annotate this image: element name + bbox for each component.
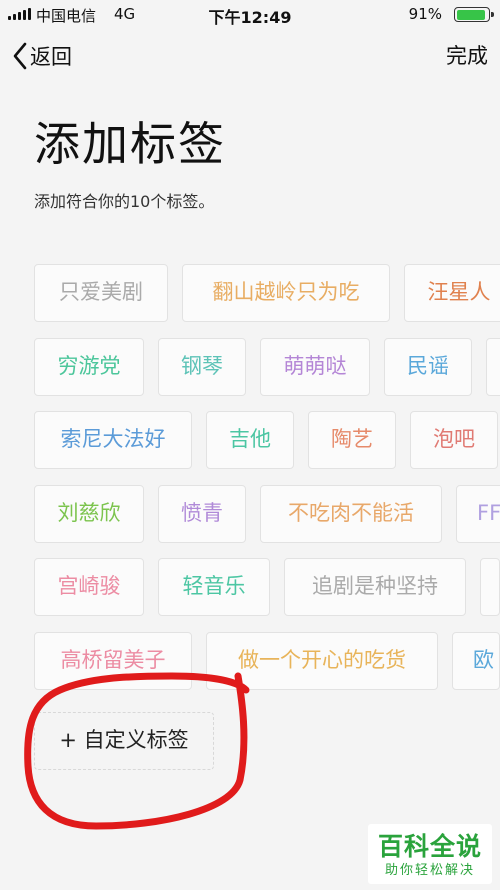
back-button[interactable]: 返回 — [12, 40, 72, 72]
tag-chip[interactable] — [480, 558, 500, 616]
tag-chip[interactable]: 陶艺 — [308, 411, 396, 469]
tag-chip[interactable]: 轻音乐 — [158, 558, 270, 616]
tag-chip[interactable]: FF — [456, 485, 500, 543]
add-custom-tag-button[interactable]: + 自定义标签 — [34, 712, 214, 770]
page-title: 添加标签 — [34, 117, 226, 171]
tag-chip[interactable]: 吉他 — [206, 411, 294, 469]
done-button[interactable]: 完成 — [446, 40, 488, 72]
tag-chip[interactable]: 泡吧 — [410, 411, 498, 469]
tag-chip[interactable]: 不吃肉不能活 — [260, 485, 442, 543]
watermark-slogan: 助你轻松解决 — [384, 863, 475, 878]
tag-chip[interactable]: 萌萌哒 — [260, 338, 370, 396]
tag-chip[interactable]: 欧 — [452, 632, 500, 690]
tag-chip[interactable]: 汪星人 — [404, 264, 500, 322]
tag-chip[interactable]: 只爱美剧 — [34, 264, 168, 322]
back-label: 返回 — [30, 45, 72, 69]
tag-chip[interactable]: 索尼大法好 — [34, 411, 192, 469]
status-bar: 中国电信 4G 下午12:49 91% — [0, 0, 500, 30]
tag-chip[interactable]: 钢琴 — [158, 338, 246, 396]
tag-chip[interactable]: 做一个开心的吃货 — [206, 632, 438, 690]
tag-chip[interactable]: 愤青 — [158, 485, 246, 543]
battery-fill — [456, 9, 485, 20]
watermark-logo: 百科全说 助你轻松解决 — [368, 824, 492, 884]
battery-percent: 91% — [408, 5, 442, 23]
tag-chip[interactable]: 高桥留美子 — [34, 632, 192, 690]
tag-chip[interactable] — [486, 338, 500, 396]
tag-chip[interactable]: 民谣 — [384, 338, 472, 396]
tag-chip[interactable]: 追剧是种坚持 — [284, 558, 466, 616]
watermark-brand: 百科全说 — [377, 832, 482, 861]
tag-chip[interactable]: 翻山越岭只为吃 — [182, 264, 390, 322]
chevron-left-icon — [13, 42, 27, 70]
tag-chip[interactable]: 刘慈欣 — [34, 485, 144, 543]
tag-chip[interactable]: 宫崎骏 — [34, 558, 144, 616]
page-subtitle: 添加符合你的10个标签。 — [34, 192, 215, 211]
tag-chip[interactable]: 穷游党 — [34, 338, 144, 396]
battery-icon — [454, 7, 494, 22]
